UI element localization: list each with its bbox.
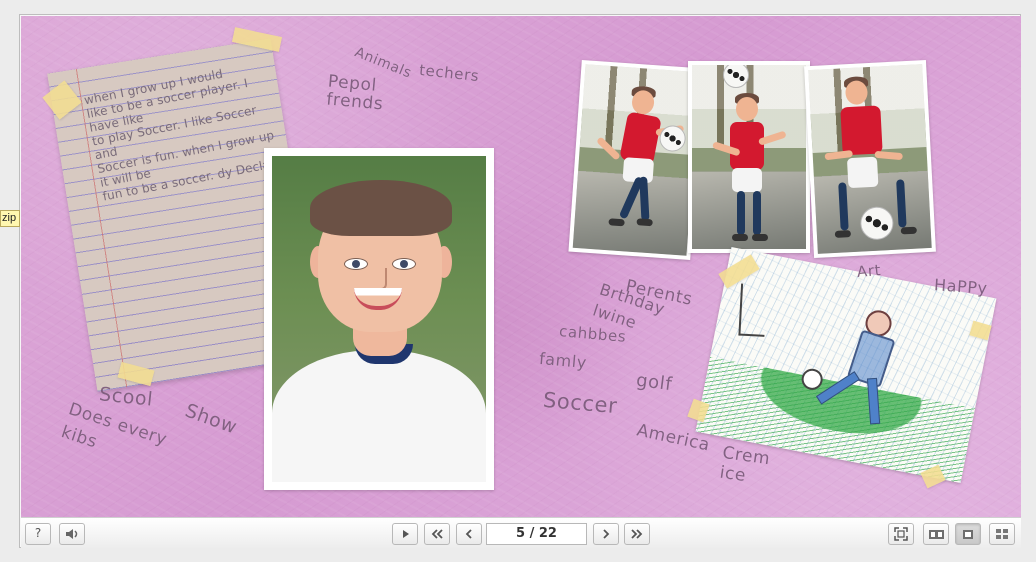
letter-text: when I grow up I would like to be a socc… [82,66,279,204]
shoe [752,234,768,241]
boy-portrait-photo [272,156,486,482]
tooltip-zip: zip [0,210,20,227]
soccer-photo-middle [688,61,810,253]
kid-leg [737,191,745,235]
hair [310,180,452,236]
left-eye [344,258,368,270]
speaker-icon [66,529,78,539]
doodle-crem-ice: Crem ice [718,442,772,487]
fullscreen-icon [894,527,908,541]
viewer-toolbar: ? 5 / 22 [21,517,1021,548]
right-eye [392,258,416,270]
doodle-techers: techers [418,60,481,86]
shoe [732,234,748,241]
first-page-icon [431,529,443,539]
doodle-golf: golf [634,369,674,396]
shoe [900,226,917,235]
last-page-button[interactable] [624,523,650,545]
portrait-photo-frame [264,148,494,490]
doodle-art: Art [856,260,882,282]
page-counter: 5 / 22 [486,523,587,545]
doodle-scool: Scool [98,383,155,411]
shoe [834,230,852,238]
doodle-cahbbes: cahbbes [558,322,627,346]
fullscreen-button[interactable] [888,523,914,545]
nose [375,268,387,290]
soccer-photo-left-image [572,64,700,256]
single-page-icon [963,530,973,539]
next-page-button[interactable] [593,523,619,545]
white-shorts [846,156,879,189]
doodle-does-every-kibs: Does every kibs [58,399,170,453]
kid-arm [874,150,903,161]
single-page-view-button[interactable] [955,523,981,545]
first-page-button[interactable] [424,523,450,545]
soccer-photo-right-image [808,64,932,254]
play-icon [403,530,409,538]
white-shorts [732,168,762,192]
doodle-famly: famly [538,348,588,373]
thumbnail-grid-icon [996,529,1008,539]
previous-page-icon [465,529,472,539]
doodle-happy: HaPPy [933,275,989,298]
white-shirt [272,350,486,482]
thumbnail-view-button[interactable] [989,523,1015,545]
sound-button[interactable] [59,523,85,545]
double-page-view-button[interactable] [923,523,949,545]
last-page-icon [631,529,643,539]
next-page-icon [603,529,610,539]
help-button[interactable]: ? [25,523,51,545]
question-mark-icon: ? [34,526,42,540]
red-jersey [730,122,764,170]
shoe [636,218,653,227]
red-jersey [840,105,883,156]
previous-page-button[interactable] [456,523,482,545]
double-page-right-icon [936,530,944,539]
shoe [608,218,625,227]
play-button[interactable] [392,523,418,545]
soccer-photo-middle-image [692,65,806,249]
doodle-soccer: Soccer [542,387,619,419]
kid-head [736,97,758,121]
flipbook-viewer: when I grow up I would like to be a socc… [19,14,1021,548]
crayon-goal-marks [738,283,768,337]
kid-leg [753,191,761,235]
scrapbook-page: when I grow up I would like to be a socc… [21,16,1021,517]
soccer-photo-right [804,59,936,259]
doodle-pepol-frends: Pepol frends [325,71,385,115]
doodle-show: Show [182,399,241,439]
soccer-photo-left [568,59,704,261]
